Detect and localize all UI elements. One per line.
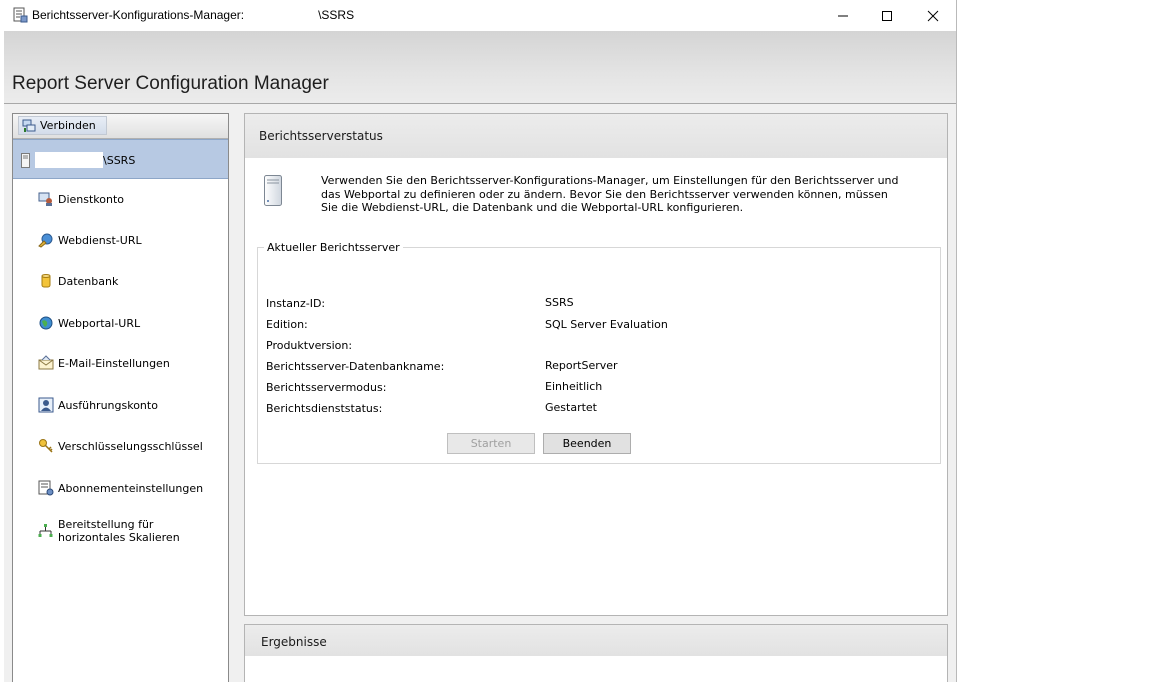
nav-item-email-settings[interactable]: E-Mail-Einstellungen (13, 346, 228, 382)
service-account-icon (38, 192, 52, 206)
nav-item-web-service-url[interactable]: Webdienst-URL (13, 223, 228, 259)
status-panel: Berichtsserverstatus Verwenden Sie den B… (244, 113, 948, 616)
web-portal-globe-icon (39, 316, 53, 330)
results-panel: Ergebnisse (244, 624, 948, 682)
nav-item-label: E-Mail-Einstellungen (58, 357, 170, 370)
server-node[interactable]: \SSRS (13, 139, 228, 179)
nav-item-scale-out-deployment[interactable]: Bereitstellung für horizontales Skaliere… (13, 514, 228, 550)
close-icon (927, 10, 939, 21)
current-report-server-group: Aktueller Berichtsserver Instanz-ID: SSR… (257, 241, 941, 464)
field-key-product-version: Produktversion: (266, 339, 353, 352)
navigation-pane: Verbinden \SSRS Dienstkonto Webdienst-UR… (12, 113, 229, 682)
field-value-server-mode: Einheitlich (545, 380, 603, 393)
status-panel-header: Berichtsserverstatus (245, 114, 947, 158)
scale-out-deployment-icon (38, 524, 53, 537)
field-key-database-name: Berichtsserver-Datenbankname: (266, 360, 445, 373)
subscription-settings-icon (38, 480, 54, 496)
redacted-server-name (35, 152, 103, 168)
nav-item-execution-account[interactable]: Ausführungskonto (13, 388, 228, 424)
report-server-icon (264, 175, 282, 206)
config-manager-window: Berichtsserver-Konfigurations-Manager: \S… (0, 0, 957, 682)
field-value-edition: SQL Server Evaluation (545, 318, 668, 331)
web-service-url-icon (38, 233, 53, 248)
connect-button[interactable]: Verbinden (18, 116, 107, 135)
nav-item-label: Webdienst-URL (58, 234, 142, 247)
nav-item-label: Datenbank (58, 275, 119, 288)
field-value-database-name: ReportServer (545, 359, 618, 372)
field-value-instance-id: SSRS (545, 296, 574, 309)
results-panel-title: Ergebnisse (261, 635, 327, 649)
connect-icon (22, 119, 36, 132)
encryption-keys-icon (39, 439, 53, 453)
server-node-label: \SSRS (103, 154, 136, 167)
group-title: Aktueller Berichtsserver (264, 241, 403, 254)
field-key-server-mode: Berichtsservermodus: (266, 381, 387, 394)
nav-item-label: Abonnementeinstellungen (58, 482, 204, 495)
nav-item-label: Verschlüsselungsschlüssel (58, 440, 203, 453)
header-banner: Report Server Configuration Manager (4, 31, 956, 104)
execution-account-icon (38, 397, 54, 413)
header-title: Report Server Configuration Manager (12, 73, 329, 94)
nav-item-encryption-keys[interactable]: Verschlüsselungsschlüssel (13, 429, 228, 465)
nav-item-subscription-settings[interactable]: Abonnementeinstellungen (13, 471, 228, 507)
title-bar: Berichtsserver-Konfigurations-Manager: \S… (0, 0, 956, 31)
database-icon (41, 274, 51, 288)
nav-item-web-portal-url[interactable]: Webportal-URL (13, 306, 228, 342)
minimize-icon (838, 15, 848, 16)
field-key-edition: Edition: (266, 318, 308, 331)
connect-label: Verbinden (40, 119, 96, 132)
field-value-service-status: Gestartet (545, 401, 597, 414)
field-key-service-status: Berichtsdienststatus: (266, 402, 383, 415)
nav-item-label: Webportal-URL (58, 317, 141, 330)
window-title-text: Berichtsserver-Konfigurations-Manager: (32, 8, 245, 22)
intro-text: Verwenden Sie den Berichtsserver-Konfigu… (321, 174, 899, 214)
close-button[interactable] (910, 0, 956, 31)
nav-item-label: Bereitstellung für horizontales Skaliere… (58, 518, 180, 544)
nav-item-label: Dienstkonto (58, 193, 125, 206)
email-settings-icon (38, 355, 54, 370)
window-title: Berichtsserver-Konfigurations-Manager: \S… (32, 8, 354, 22)
left-edge-strip (0, 104, 4, 682)
server-icon (21, 153, 30, 168)
field-key-instance-id: Instanz-ID: (266, 297, 326, 310)
maximize-icon (882, 10, 892, 21)
nav-toolbar: Verbinden (13, 114, 228, 139)
nav-item-label: Ausführungskonto (58, 399, 158, 412)
start-button[interactable]: Starten (447, 433, 535, 454)
window-title-server: \SSRS (318, 8, 355, 22)
nav-item-service-account[interactable]: Dienstkonto (13, 182, 228, 218)
app-icon (13, 7, 28, 23)
maximize-button[interactable] (864, 0, 910, 31)
status-panel-title: Berichtsserverstatus (259, 129, 383, 143)
minimize-button[interactable] (820, 0, 866, 31)
stop-button[interactable]: Beenden (543, 433, 631, 454)
results-panel-header: Ergebnisse (245, 625, 947, 656)
nav-item-database[interactable]: Datenbank (13, 264, 228, 300)
